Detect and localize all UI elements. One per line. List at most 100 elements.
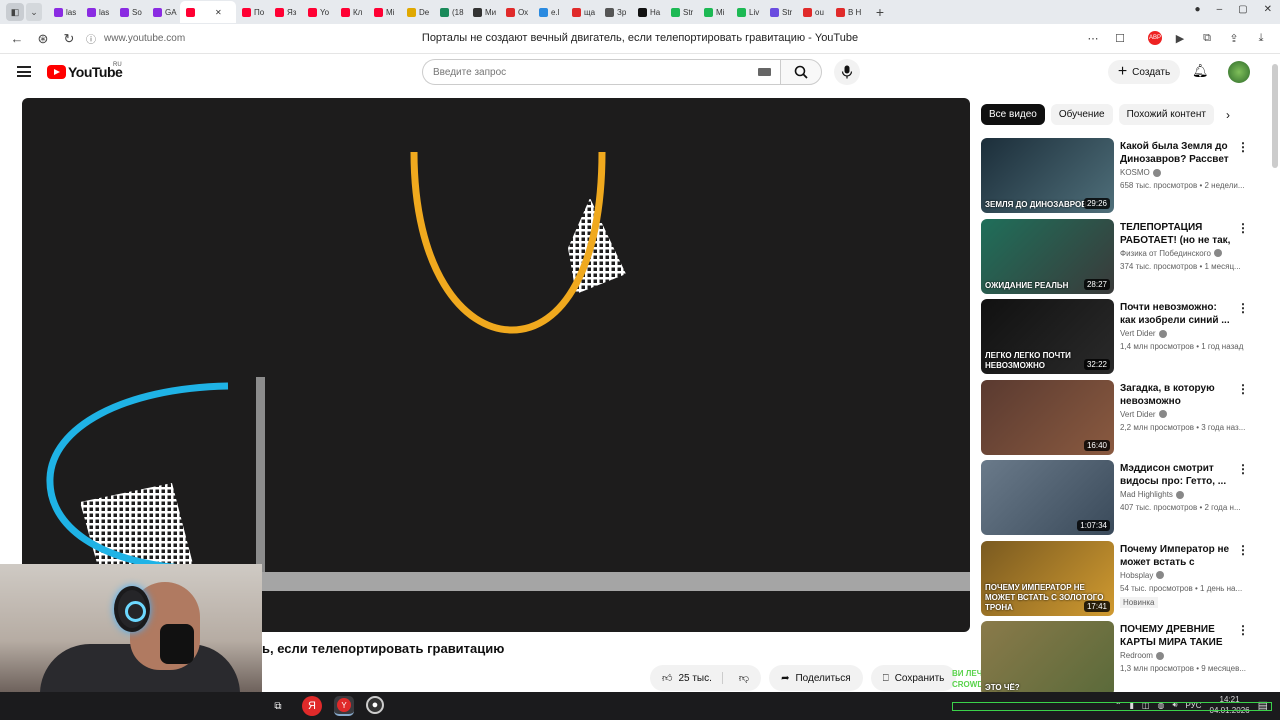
recommendation-title[interactable]: Какой была Земля до Динозавров? Рассвет … <box>1120 140 1232 166</box>
video-player[interactable] <box>22 98 970 632</box>
search-input[interactable] <box>422 59 780 85</box>
video-thumbnail[interactable]: 16:40 <box>981 379 1114 455</box>
recommendation-item[interactable]: ЭТО ЧЁ? ПОЧЕМУ ДРЕВНИЕ КАРТЫ МИРА ТАКИЕ … <box>981 621 1271 696</box>
keyboard-icon[interactable] <box>758 68 771 76</box>
collections-icon[interactable]: ⧉ <box>1198 29 1216 47</box>
chips-next-chevron-icon[interactable]: › <box>1226 108 1230 122</box>
share-button[interactable]: ➦ Поделиться <box>769 665 863 691</box>
browser-tab[interactable]: ✕ <box>180 1 236 23</box>
menu-icon[interactable] <box>17 66 31 77</box>
channel-name-row[interactable]: Mad Highlights <box>1120 490 1184 499</box>
search-button[interactable] <box>780 59 822 85</box>
recommendation-item[interactable]: ПОЧЕМУ ИМПЕРАТОР НЕ МОЖЕТ ВСТАТЬ С ЗОЛОТ… <box>981 540 1271 616</box>
channel-name-row[interactable]: Физика от Побединского <box>1120 249 1222 258</box>
browser-tab[interactable]: На <box>632 1 665 23</box>
browser-tab[interactable]: Мі <box>368 1 401 23</box>
task-view-icon[interactable]: ⧉ <box>268 696 288 716</box>
channel-name-row[interactable]: Vert Dider <box>1120 410 1167 419</box>
browser-tab[interactable]: las <box>81 1 114 23</box>
headphones-icon <box>114 586 150 632</box>
recommendation-item[interactable]: 1:07:34 Мэддисон смотрит видосы про: Гет… <box>981 460 1271 535</box>
account-avatar[interactable] <box>1228 61 1250 83</box>
new-tab-button[interactable]: + <box>869 1 891 23</box>
browser-tab[interactable]: В Н <box>830 1 863 23</box>
save-button[interactable]: ⎕ Сохранить <box>870 665 957 691</box>
browser-tab[interactable]: Str <box>665 1 698 23</box>
recommendation-item[interactable]: 16:40 Загадка, в которую невозможно пове… <box>981 379 1271 455</box>
video-thumbnail[interactable]: ЛЕГКО ЛЕГКО ПОЧТИ НЕВОЗМОЖНО 32:22 <box>981 299 1114 374</box>
media-control-icon[interactable]: ▶ <box>1171 29 1189 47</box>
browser-tab[interactable]: Ох <box>500 1 533 23</box>
browser-tab[interactable]: По <box>236 1 269 23</box>
create-button[interactable]: + Создать <box>1108 60 1180 84</box>
chip-related[interactable]: Похожий контент <box>1118 104 1214 125</box>
obs-icon[interactable]: ● <box>366 696 384 714</box>
more-options-icon[interactable]: ⋮ <box>1237 623 1249 637</box>
recommendation-item[interactable]: ЗЕМЛЯ ДО ДИНОЗАВРОВ 29:26 Какой была Зем… <box>981 138 1271 213</box>
more-options-icon[interactable]: ⋮ <box>1237 382 1249 396</box>
browser-tab[interactable]: e.l <box>533 1 566 23</box>
recommendation-title[interactable]: Почему Император не может встать с Золот… <box>1120 543 1232 569</box>
more-options-icon[interactable]: ⋮ <box>1237 140 1249 154</box>
channel-name-row[interactable]: KOSMO <box>1120 168 1161 177</box>
video-thumbnail[interactable]: ЗЕМЛЯ ДО ДИНОЗАВРОВ 29:26 <box>981 138 1114 213</box>
browser-sidebar-icon[interactable]: ◧ <box>6 3 24 21</box>
browser-tab[interactable]: Yo <box>302 1 335 23</box>
search-icon <box>794 65 808 79</box>
recommendation-title[interactable]: Загадка, в которую невозможно поверить, … <box>1120 382 1232 408</box>
recommendation-item[interactable]: ОЖИДАНИЕ РЕАЛЬН 28:27 ТЕЛЕПОРТАЦИЯ РАБОТ… <box>981 218 1271 294</box>
yandex-app-icon[interactable]: Я <box>302 696 322 716</box>
notifications-bell-icon[interactable]: 🔔︎ <box>1192 63 1209 79</box>
more-options-icon[interactable]: ⋮ <box>1237 221 1249 235</box>
maximize-button[interactable]: ▢ <box>1238 4 1247 15</box>
adblock-icon[interactable]: ABP <box>1148 31 1162 45</box>
browser-tab[interactable]: So <box>114 1 147 23</box>
dislike-button[interactable]: 👎︎ <box>729 672 761 684</box>
browser-tab[interactable]: las <box>48 1 81 23</box>
tab-list-chevron-icon[interactable]: ⌄ <box>26 3 42 21</box>
recommendation-title[interactable]: Мэддисон смотрит видосы про: Гетто, ... <box>1120 462 1232 488</box>
share-icon[interactable]: ⇪ <box>1225 29 1243 47</box>
recommendation-title[interactable]: ТЕЛЕПОРТАЦИЯ РАБОТАЕТ! (но не так, ... <box>1120 221 1232 247</box>
tab-label: На <box>650 7 661 17</box>
chip-all[interactable]: Все видео <box>981 104 1045 125</box>
browser-tab[interactable]: Ми <box>467 1 500 23</box>
recommendation-title[interactable]: Почти невозможно: как изобрели синий ... <box>1120 301 1232 327</box>
page-scrollbar[interactable] <box>1272 64 1278 168</box>
browser-tab[interactable]: De <box>401 1 434 23</box>
recommendation-title[interactable]: ПОЧЕМУ ДРЕВНИЕ КАРТЫ МИРА ТАКИЕ ... <box>1120 623 1232 649</box>
browser-tab[interactable]: Мі <box>698 1 731 23</box>
close-tab-icon[interactable]: ✕ <box>215 8 222 17</box>
browser-tab[interactable]: ща <box>566 1 599 23</box>
browser-tab[interactable]: ou <box>797 1 830 23</box>
browser-tab[interactable]: Str <box>764 1 797 23</box>
browser-tab[interactable]: Яз <box>269 1 302 23</box>
browser-tab[interactable]: (18 <box>434 1 467 23</box>
youtube-logo[interactable]: YouTube RU <box>47 62 123 80</box>
channel-name-row[interactable]: Redroom <box>1120 651 1164 660</box>
channel-name-row[interactable]: Vert Dider <box>1120 329 1167 338</box>
download-icon[interactable]: ⤓ <box>1252 29 1270 47</box>
video-thumbnail[interactable]: ЭТО ЧЁ? <box>981 621 1114 696</box>
more-options-icon[interactable]: ⋮ <box>1237 543 1249 557</box>
browser-tab[interactable]: Кл <box>335 1 368 23</box>
video-thumbnail[interactable]: ПОЧЕМУ ИМПЕРАТОР НЕ МОЖЕТ ВСТАТЬ С ЗОЛОТ… <box>981 540 1114 616</box>
browser-tab[interactable]: Зр <box>599 1 632 23</box>
video-thumbnail[interactable]: ОЖИДАНИЕ РЕАЛЬН 28:27 <box>981 218 1114 294</box>
more-dots-icon[interactable]: ⋯ <box>1084 29 1102 47</box>
video-thumbnail[interactable]: 1:07:34 <box>981 460 1114 535</box>
voice-search-button[interactable] <box>834 59 860 85</box>
channel-name-row[interactable]: Hobsplay <box>1120 571 1165 580</box>
close-window-button[interactable]: ✕ <box>1264 4 1272 15</box>
chip-learning[interactable]: Обучение <box>1050 104 1113 125</box>
yandex-browser-icon[interactable]: Y <box>334 696 354 716</box>
like-button[interactable]: 👍︎ 25 тыс. <box>650 672 723 684</box>
browser-tab[interactable]: GA <box>147 1 180 23</box>
profile-icon[interactable]: ● <box>1195 4 1201 15</box>
minimize-button[interactable]: – <box>1217 4 1223 15</box>
recommendation-item[interactable]: ЛЕГКО ЛЕГКО ПОЧТИ НЕВОЗМОЖНО 32:22 Почти… <box>981 299 1271 374</box>
more-options-icon[interactable]: ⋮ <box>1237 462 1249 476</box>
browser-tab[interactable]: Liv <box>731 1 764 23</box>
more-options-icon[interactable]: ⋮ <box>1237 301 1249 315</box>
bookmark-icon[interactable]: ☐ <box>1111 29 1129 47</box>
